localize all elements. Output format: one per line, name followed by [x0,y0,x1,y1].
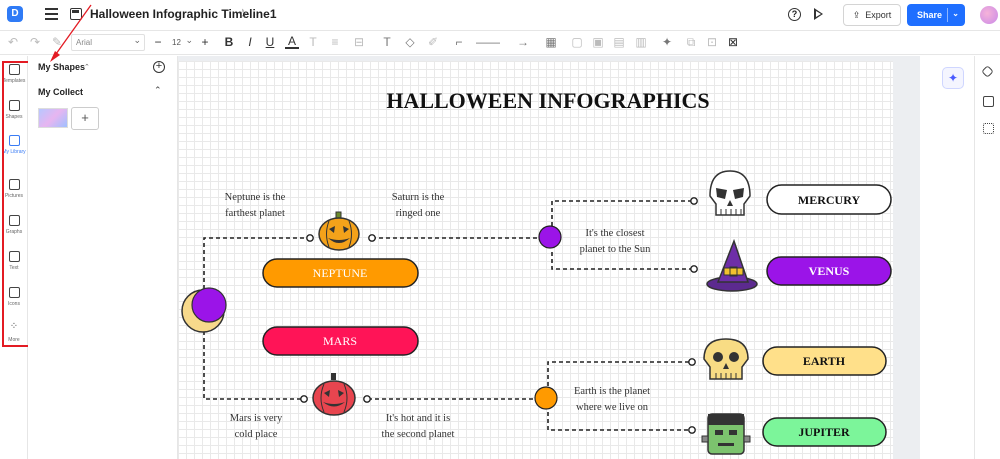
clear-format-icon[interactable]: T [307,34,319,51]
red-pumpkin-icon[interactable] [312,373,356,416]
mars-label: MARS [323,334,357,348]
note-saturn-line1[interactable]: Saturn is the [392,192,445,203]
witch-hat-icon[interactable] [706,238,758,292]
chevron-up-icon[interactable]: ⌃ [154,85,162,96]
export-icon: ⇪ [852,9,861,20]
increase-font-icon[interactable]: + [199,34,211,51]
bold-icon[interactable]: B [223,34,235,51]
note-hot-line2[interactable]: the second planet [382,429,455,440]
caret-up-icon[interactable]: ⌃ [84,63,90,71]
note-mars-line2[interactable]: cold place [235,429,278,440]
undo-icon[interactable]: ↶ [6,34,20,51]
arrow-style-icon[interactable]: → [509,34,537,51]
ai-assistant-icon[interactable]: ✦ [942,67,964,89]
frankenstein-icon[interactable] [701,413,751,455]
mercury-label: MERCURY [798,193,861,207]
export-button[interactable]: ⇪ Export [843,4,901,26]
collection-thumbnail[interactable] [38,108,68,128]
grid-icon[interactable] [983,123,994,134]
add-collection-button[interactable]: + [71,107,99,130]
neptune-label: NEPTUNE [313,266,368,280]
note-closest-line2[interactable]: planet to the Sun [580,244,652,255]
my-collect-heading[interactable]: My Collect [38,87,83,97]
export-label: Export [865,10,892,20]
note-earth-line2[interactable]: where we live on [576,402,649,413]
earth-label: EARTH [803,354,846,368]
find-icon[interactable]: ⊠ [726,34,740,51]
jupiter-pill[interactable]: JUPITER [762,417,887,447]
style-icon[interactable]: ✦ [658,34,676,51]
help-icon[interactable]: ? [788,8,801,21]
duplicate-icon[interactable]: ⧉ [684,34,698,51]
venus-pill[interactable]: VENUS [766,256,892,286]
ungroup-icon[interactable]: ▣ [591,34,605,51]
share-button[interactable]: Share ⌄ [907,4,965,26]
format-painter-icon[interactable]: ✎ [50,34,64,51]
play-icon[interactable] [814,8,823,20]
font-size-field[interactable]: 12 [170,32,196,51]
note-closest-line1[interactable]: It's the closest [585,228,644,239]
fill-icon[interactable]: ◇ [404,34,416,51]
underline-icon[interactable]: U [264,34,276,51]
moon-icon[interactable] [181,287,227,333]
note-neptune-line1[interactable]: Neptune is the [225,192,286,203]
infographic: HALLOWEEN INFOGRAPHICS MERCURY VENUS EAR… [181,88,892,455]
my-shapes-heading[interactable]: My Shapes [38,62,85,72]
font-color-icon[interactable]: A [285,34,299,49]
venus-label: VENUS [809,264,850,278]
neptune-pill[interactable]: NEPTUNE [262,258,419,288]
note-neptune-line2[interactable]: farthest planet [225,208,285,219]
document-icon [70,8,82,20]
menu-icon[interactable] [45,8,58,20]
mars-pill[interactable]: MARS [262,326,419,356]
jupiter-label: JUPITER [798,425,850,439]
connector-icon[interactable]: ⌐ [450,34,468,51]
line-style-icon[interactable]: —— [473,34,503,51]
note-earth-line1[interactable]: Earth is the planet [574,386,650,397]
infographic-title[interactable]: HALLOWEEN INFOGRAPHICS [386,88,709,113]
canvas-area[interactable]: HALLOWEEN INFOGRAPHICS MERCURY VENUS EAR… [178,56,920,459]
note-saturn-line2[interactable]: ringed one [396,208,441,219]
add-icon[interactable]: + [153,61,165,73]
decrease-font-icon[interactable]: − [152,34,164,51]
font-family-select[interactable]: Arial [71,33,145,51]
purple-hub-dot[interactable] [538,225,562,249]
size-icon[interactable]: ▥ [634,34,648,51]
redo-icon[interactable]: ↷ [28,34,42,51]
lock-icon[interactable]: ⊡ [705,34,719,51]
chevron-down-icon[interactable]: ⌄ [952,9,959,18]
arrange-icon[interactable]: ▦ [542,34,560,51]
text-tool-icon[interactable]: T [381,34,393,51]
mercury-pill[interactable]: MERCURY [766,184,892,215]
group-icon[interactable]: ▢ [570,34,584,51]
note-mars-line1[interactable]: Mars is very [230,413,283,424]
italic-icon[interactable]: I [244,34,256,51]
right-sidebar [974,56,1000,459]
app-logo-icon[interactable]: D [7,6,23,22]
earth-pill[interactable]: EARTH [762,346,887,376]
star-icon[interactable]: ☆ [237,6,249,22]
align-icon[interactable]: ≡ [329,34,341,51]
page-settings-icon[interactable] [983,96,994,107]
pumpkin-icon[interactable] [318,211,360,251]
avatar[interactable] [980,6,998,24]
note-hot-line1[interactable]: It's hot and it is [386,413,450,424]
distribute-icon[interactable]: ▤ [612,34,626,51]
format-toolbar: ↶ ↷ ✎ Arial − 12 + B I U A T ≡ ⊟ T ◇ ✐ ⌐… [0,31,1000,55]
pen-icon[interactable]: ✐ [427,34,439,51]
share-label: Share [917,10,943,20]
spacing-icon[interactable]: ⊟ [350,34,368,51]
title-bar: D Halloween Infographic Timeline1 ☆ ? ⇪ … [0,0,1000,31]
yellow-skull-icon[interactable] [703,338,749,380]
orange-hub-dot[interactable] [534,386,558,410]
skull-icon[interactable] [709,170,751,216]
